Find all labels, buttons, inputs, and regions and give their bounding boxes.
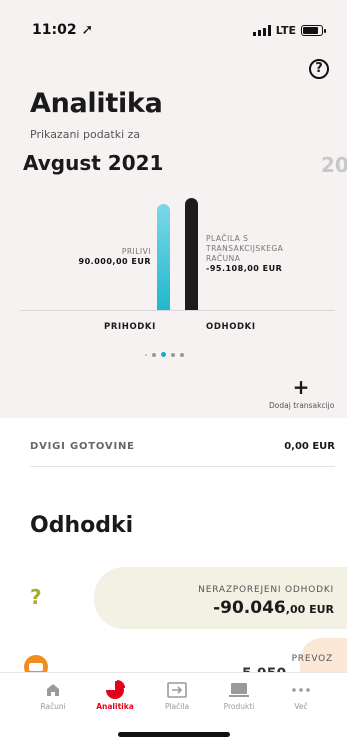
tab-label: Plačila [164,702,190,711]
tab-placila[interactable]: Plačila [146,679,208,711]
home-indicator [118,732,230,737]
tab-analitika[interactable]: Analitika [84,679,146,711]
location-arrow-icon: ➚ [81,22,94,38]
tab-label: Analitika [96,702,134,711]
analytics-panel: 11:02 ➚ LTE ? Analitika Prikazani podatk… [0,0,347,418]
tab-label: Računi [40,702,66,711]
products-icon [208,679,270,701]
help-icon[interactable]: ? [309,59,329,79]
page-dot [152,352,156,357]
status-bar: 11:02 ➚ LTE [0,22,347,42]
transfer-icon [146,679,208,701]
income-expense-chart: PRILIVI 90.000,00 EUR PLAČILA S TRANSAKC… [0,190,347,340]
expense-label: PLAČILA S TRANSAKCIJSKEGA RAČUNA -95.108… [206,234,284,273]
page-indicator [145,352,184,357]
tab-bar: Računi Analitika Plačila Produkti Več [0,672,347,738]
expense-value: -95.108,00 EUR [206,264,283,273]
home-icon [22,679,84,701]
page-dot [180,352,184,357]
cash-withdrawals-value: 0,00 EUR [284,441,335,452]
page-dot [171,352,175,357]
category-label-expense: ODHODKI [206,322,256,332]
page-dot [145,353,147,356]
plus-icon: + [292,375,310,399]
tab-label: Več [294,702,308,711]
income-bar[interactable] [157,204,170,310]
network-type: LTE [275,24,296,37]
chart-baseline [20,310,335,311]
more-icon [270,679,332,701]
unassigned-expenses-card[interactable]: NERAZPOREJENI ODHODKI -90.046,00 EUR [94,567,347,629]
signal-icon [252,25,271,36]
expense-bar[interactable] [185,198,198,310]
transport-label: PREVOZ [291,654,333,664]
month-selector[interactable]: Avgust 2021 [23,151,163,175]
status-time: 11:02 ➚ [32,22,94,38]
category-label-income: PRIHODKI [104,322,156,332]
income-value: 90.000,00 EUR [78,257,151,266]
unassigned-expenses-label: NERAZPOREJENI ODHODKI [198,585,334,595]
tab-label: Produkti [223,702,255,711]
page-title: Analitika [30,88,163,119]
tab-produkti[interactable]: Produkti [208,679,270,711]
battery-icon [301,25,326,36]
unassigned-expenses-value: -90.046,00 EUR [213,598,334,618]
cash-withdrawals-label: DVIGI GOTOVINE [30,441,135,452]
pie-chart-icon [84,679,146,701]
next-month-peek[interactable]: 20 [321,153,347,177]
page-subtitle: Prikazani podatki za [30,128,141,141]
question-mark-icon: ? [30,585,42,609]
add-transaction-label: Dodaj transakcijo [269,401,335,410]
tab-vec[interactable]: Več [270,679,332,711]
income-label: PRILIVI 90.000,00 EUR [78,247,151,266]
expenses-section-title: Odhodki [30,513,134,538]
tab-racuni[interactable]: Računi [22,679,84,711]
page-dot-active [161,352,166,357]
cash-withdrawals-row[interactable]: DVIGI GOTOVINE 0,00 EUR [30,441,335,467]
add-transaction-button[interactable]: + Dodaj transakcijo [269,375,335,410]
